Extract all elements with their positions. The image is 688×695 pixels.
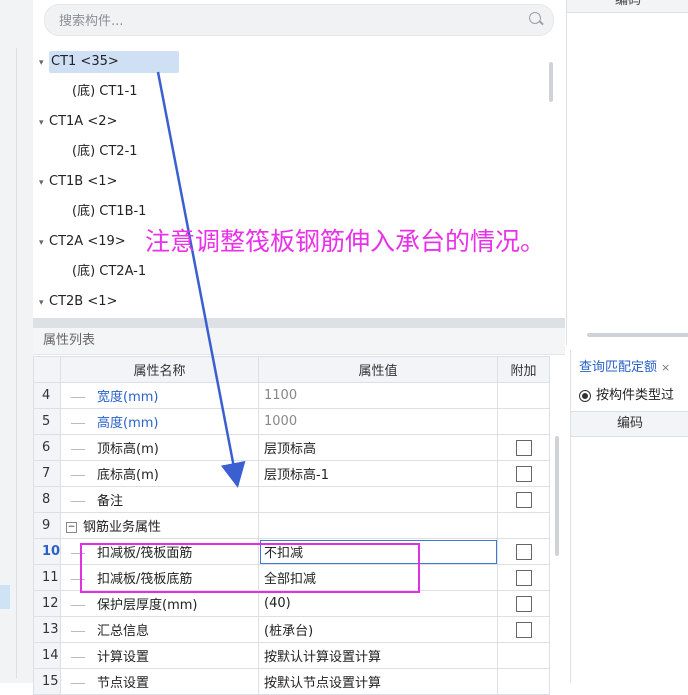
tree-line xyxy=(71,683,85,684)
annotation-arrow xyxy=(156,71,246,488)
annotation-text: 注意调整筏板钢筋伸入承台的情况。 xyxy=(145,227,546,256)
